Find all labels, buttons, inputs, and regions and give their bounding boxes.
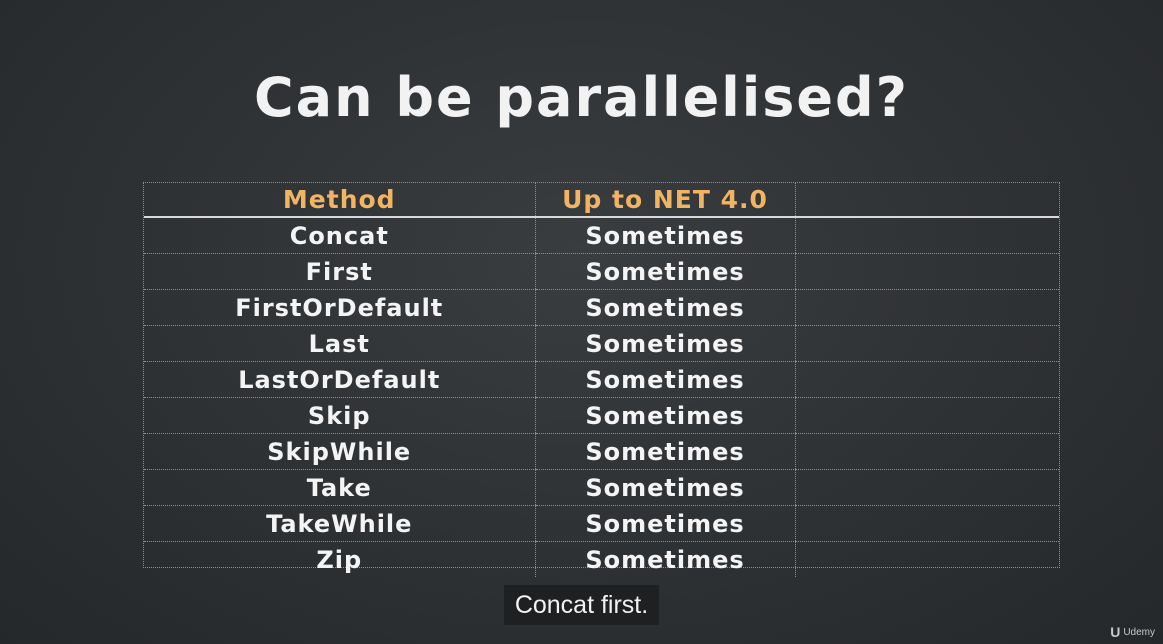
empty-cell xyxy=(794,361,1059,398)
support-cell: Sometimes xyxy=(534,505,795,542)
brand-name: Udemy xyxy=(1123,626,1155,638)
support-cell: Sometimes xyxy=(534,361,795,398)
udemy-logo-icon: U xyxy=(1110,624,1121,640)
slide-title: Can be parallelised? xyxy=(254,66,909,129)
udemy-watermark: U Udemy xyxy=(1110,624,1155,640)
method-cell: FirstOrDefault xyxy=(144,289,535,326)
method-cell: Concat xyxy=(144,217,535,254)
method-cell: Zip xyxy=(316,545,363,574)
empty-cell xyxy=(794,289,1059,326)
empty-cell xyxy=(794,505,1059,542)
empty-cell xyxy=(794,397,1059,434)
support-cell: Sometimes xyxy=(534,217,795,254)
empty-cell xyxy=(794,541,1059,577)
method-cell: Last xyxy=(144,325,535,362)
empty-cell xyxy=(794,325,1059,362)
empty-cell xyxy=(794,469,1059,506)
table-header-row: Method Up to NET 4.0 xyxy=(144,183,1059,218)
table-row: TakeWhile Sometimes xyxy=(144,505,1059,542)
support-cell: Sometimes xyxy=(534,325,795,362)
support-cell: Sometimes xyxy=(534,289,795,326)
method-cell: Take xyxy=(144,469,535,506)
chalkboard-slide: Can be parallelised? Method Up to NET 4.… xyxy=(0,0,1163,644)
header-method: Method xyxy=(144,183,535,218)
support-cell: Sometimes xyxy=(534,253,795,290)
method-cell: LastOrDefault xyxy=(144,361,535,398)
table-row: LastOrDefault Sometimes xyxy=(144,361,1059,398)
support-cell: Sometimes xyxy=(534,541,795,577)
header-net40: Up to NET 4.0 xyxy=(534,183,795,218)
method-cell: Skip xyxy=(144,397,535,434)
empty-cell xyxy=(794,253,1059,290)
empty-cell xyxy=(794,433,1059,470)
support-cell: Sometimes xyxy=(534,397,795,434)
header-empty xyxy=(794,183,1059,218)
table-row: FirstOrDefault Sometimes xyxy=(144,289,1059,326)
table-row: Skip Sometimes xyxy=(144,397,1059,434)
table-row: First Sometimes xyxy=(144,253,1059,290)
table-row: Zip Sometimes xyxy=(144,541,1059,577)
empty-cell xyxy=(794,217,1059,254)
method-cell: TakeWhile xyxy=(144,505,535,542)
table-row: SkipWhile Sometimes xyxy=(144,433,1059,470)
table-row: Last Sometimes xyxy=(144,325,1059,362)
video-caption: Concat first. xyxy=(504,585,659,625)
method-cell: First xyxy=(144,253,535,290)
table-row: Take Sometimes xyxy=(144,469,1059,506)
support-cell: Sometimes xyxy=(534,469,795,506)
methods-table: Method Up to NET 4.0 Concat Sometimes Fi… xyxy=(143,182,1060,577)
support-cell: Sometimes xyxy=(534,433,795,470)
table-row: Concat Sometimes xyxy=(144,217,1059,254)
method-cell: SkipWhile xyxy=(144,433,535,470)
